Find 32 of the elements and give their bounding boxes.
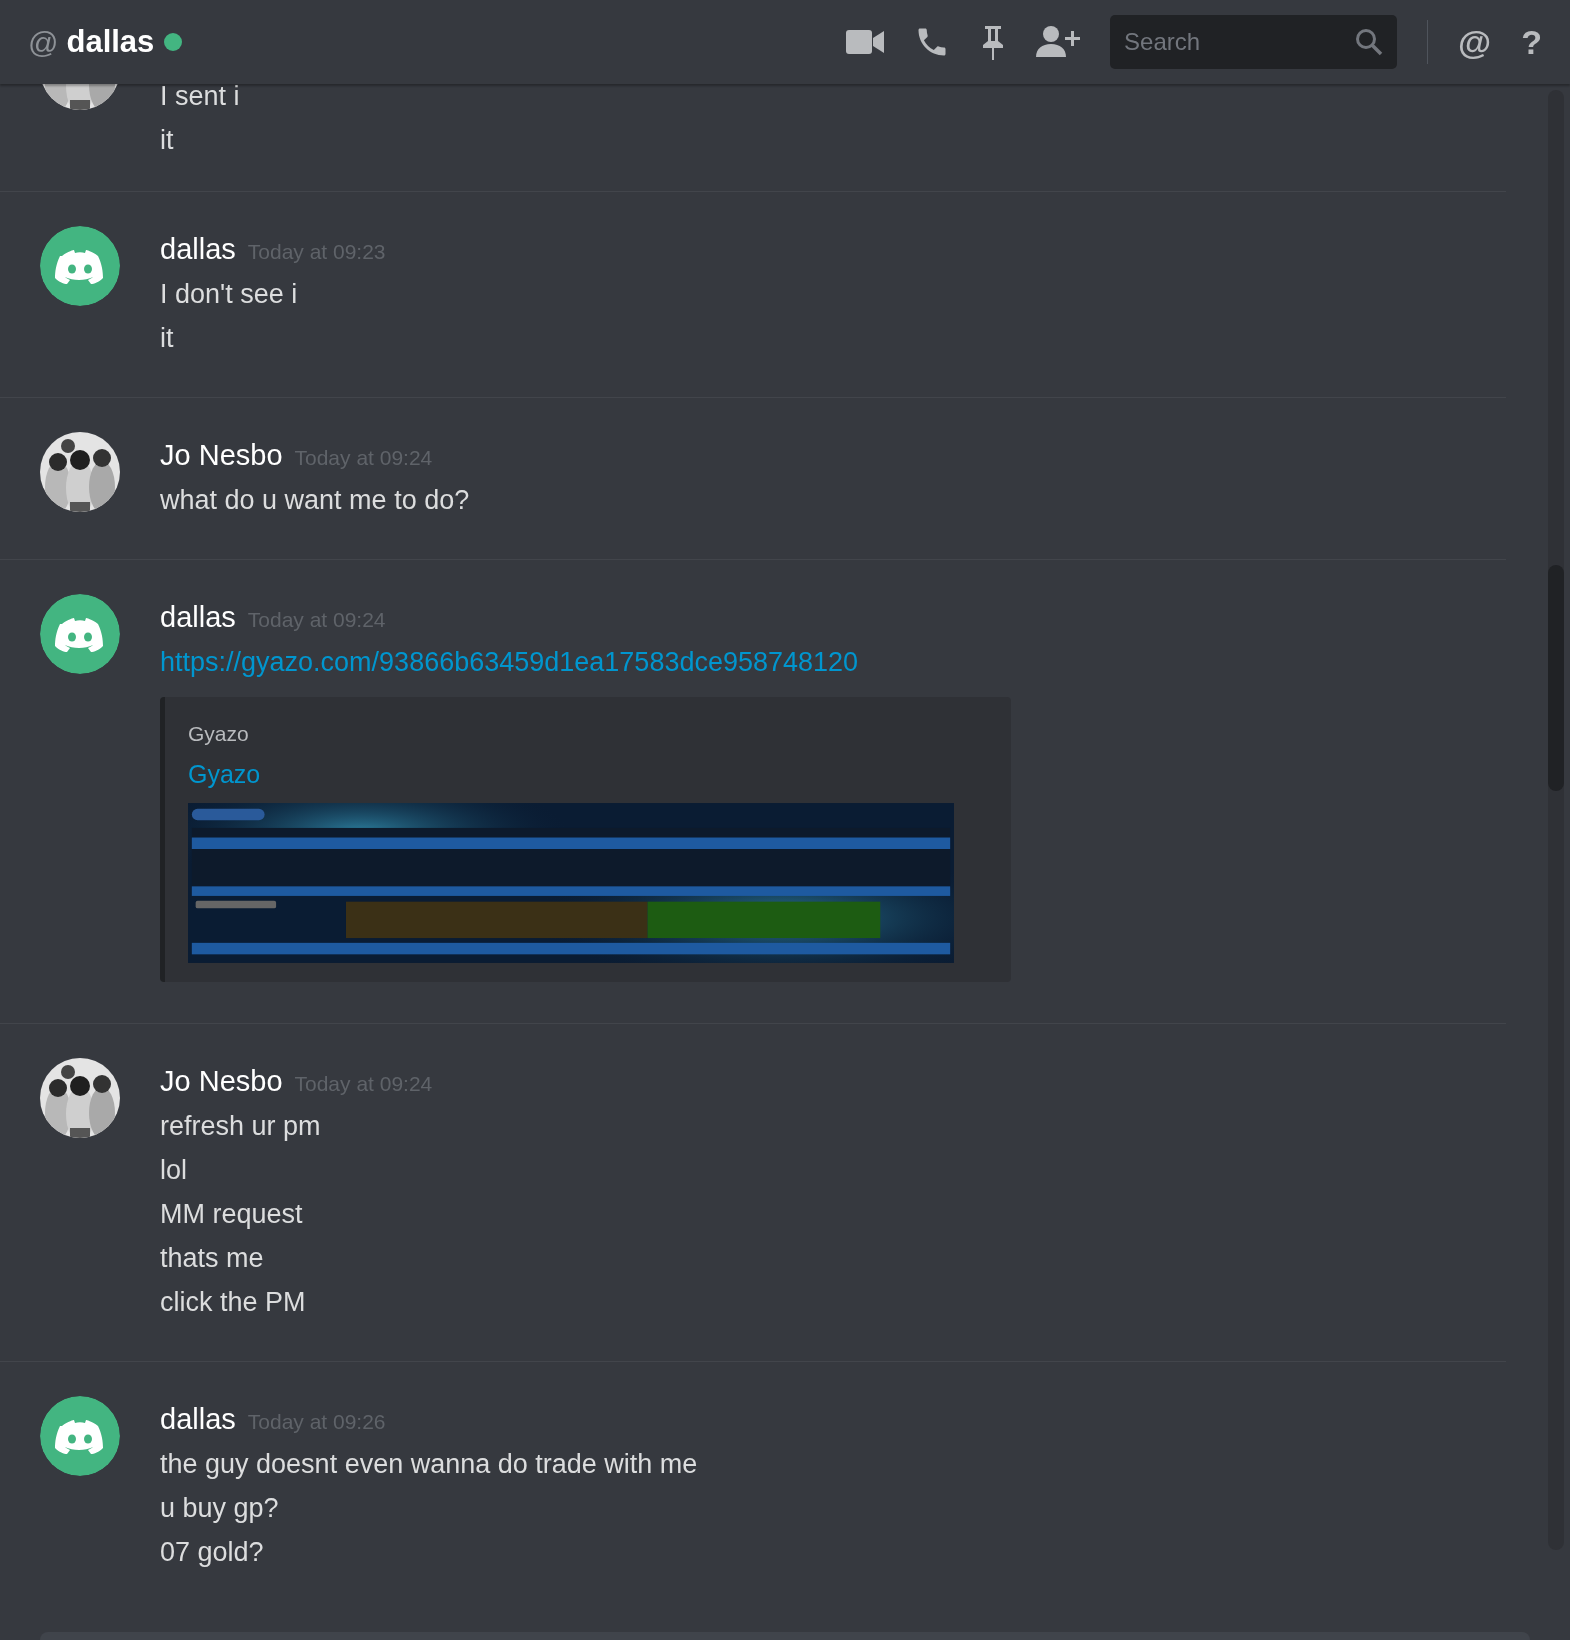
embed-provider: Gyazo [188, 721, 250, 747]
message-text: it [160, 124, 175, 157]
message-text: thats me [160, 1242, 265, 1275]
message-text: I sent i [160, 84, 240, 113]
add-friend-icon[interactable] [1036, 25, 1081, 59]
username[interactable]: Jo Nesbo [160, 1060, 283, 1104]
gamepad-avatar-icon [40, 226, 120, 306]
message-text: what do u want me to do? [160, 484, 470, 517]
username[interactable]: dallas [160, 596, 236, 640]
message-text: the guy doesnt even wanna do trade with me [160, 1448, 698, 1481]
message-text: refresh ur pm [160, 1110, 322, 1143]
message-text: it [160, 322, 175, 355]
message-text: lol [160, 1154, 188, 1187]
at-sign: @ [28, 24, 59, 61]
search-icon [1355, 28, 1384, 56]
video-camera-icon[interactable] [846, 28, 885, 56]
help-button[interactable]: ? [1521, 25, 1542, 59]
message-text: I don't see i [160, 278, 299, 311]
message-text: MM request [160, 1198, 304, 1231]
mentions-button[interactable]: @ [1458, 25, 1492, 59]
gamepad-avatar-icon [40, 1396, 120, 1476]
message-text: click the PM [160, 1286, 307, 1319]
gamepad-avatar-icon [40, 594, 120, 674]
scrollbar-thumb[interactable] [1548, 565, 1564, 791]
message-text: 07 gold? [160, 1536, 265, 1569]
username[interactable]: dallas [160, 1398, 236, 1442]
username[interactable]: dallas [160, 228, 236, 272]
message-text: u buy gp? [160, 1492, 280, 1525]
embed-title-link[interactable]: Gyazo [188, 757, 261, 791]
channel-name: dallas [66, 22, 155, 61]
search-field[interactable]: Search [1110, 15, 1398, 69]
username[interactable]: Jo Nesbo [160, 434, 283, 478]
